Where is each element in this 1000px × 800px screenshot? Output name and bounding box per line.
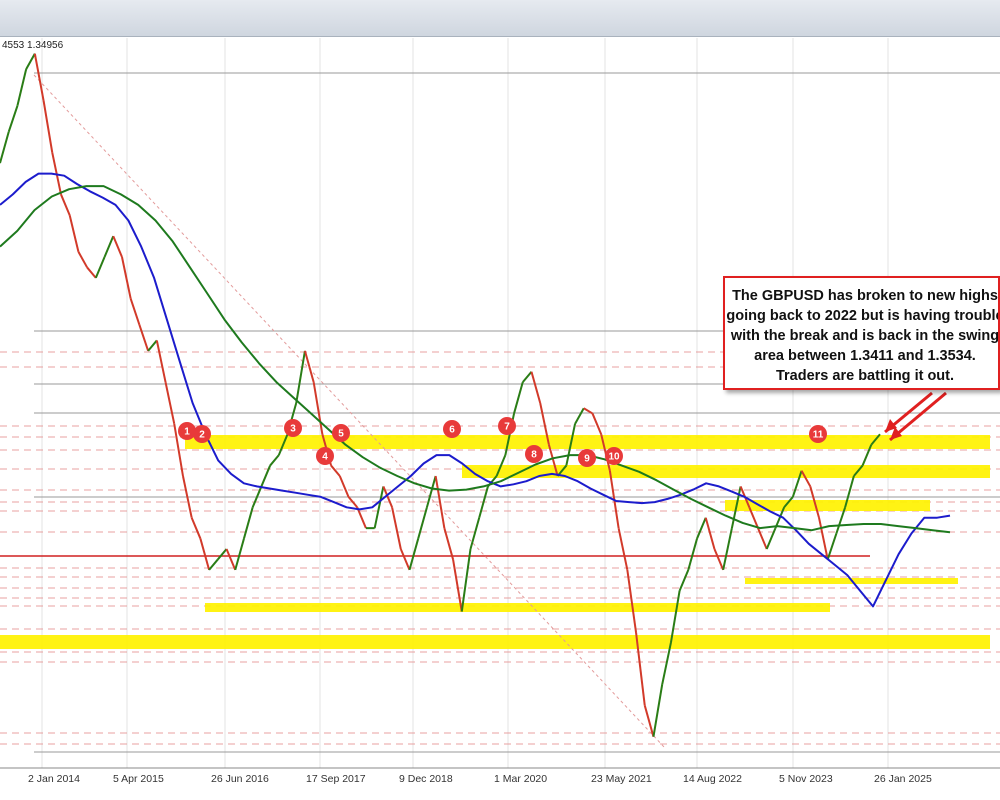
price-segment [373,486,385,529]
price-segment [0,131,10,164]
x-tick-label: 1 Mar 2020 [494,773,547,785]
price-segment [190,517,202,539]
price-segment [269,454,280,467]
marker-label: 11 [813,430,824,441]
price-segment [16,69,28,107]
zone-band [725,500,930,511]
price-segment [147,339,158,352]
marker-label: 8 [531,450,537,461]
price-segment [60,194,71,216]
price-segment [103,235,115,258]
price-segment [713,548,725,571]
price-segment [460,548,472,612]
price-segment [696,517,707,539]
gbpusd-chart: 1 2 3 4 5 6 7 8 9 10 11 2 Jan 2014 5 Apr 2015 26 Jun… [0,38,1000,785]
marker-label: 2 [199,430,205,441]
price-segment [138,324,150,352]
x-tick-label: 23 May 2021 [591,773,652,785]
price-segment [591,413,603,435]
price-segment [7,105,19,133]
x-tick-label: 26 Jan 2025 [874,773,932,785]
x-tick-label: 26 Jun 2016 [211,773,269,785]
price-segment [68,215,80,253]
price-segment [425,475,437,508]
price-segment [234,538,245,571]
annotation-callout: The GBPUSD has broken to new highs going… [723,276,1000,390]
price-segment [626,569,638,633]
zone-band [0,635,990,649]
zone-band [205,603,830,612]
price-segment [722,527,733,571]
yellow-zones [0,435,990,649]
price-segment [513,381,524,414]
price-segment [574,407,585,425]
price-segment [522,371,533,383]
x-tick-label: 5 Nov 2023 [779,773,833,785]
marker-label: 1 [184,427,190,438]
price-segment [530,371,542,404]
price-segment [330,464,341,477]
price-segment [199,538,211,571]
price-segment [242,507,254,539]
price-segment [652,684,664,737]
price-segment [121,256,132,299]
marker-label: 5 [338,429,344,440]
x-tick-label: 9 Dec 2018 [399,773,453,785]
moving-averages [0,172,951,608]
price-segment [757,527,768,550]
price-segment [687,538,698,571]
price-segment [399,548,411,571]
annotation-arrows [884,391,947,442]
marker-label: 10 [608,452,620,463]
price-segment [86,266,97,279]
price-segment [408,538,420,571]
price-segment [25,53,36,70]
price-segment [469,517,481,550]
price-segment [391,507,402,550]
annotation-line: Traders are battling it out. [775,368,955,384]
price-info-readout: 4553 1.34956 [2,40,64,51]
price-segment [338,475,350,498]
price-segment [443,527,455,560]
annotation-line: The GBPUSD has broken to new highs [732,288,998,304]
price-segment [155,340,167,383]
annotation-line: area between 1.3411 and 1.3534. [754,348,976,364]
x-axis: 2 Jan 2014 5 Apr 2015 26 Jun 2016 17 Sep 20… [0,767,1000,785]
price-segment [164,381,176,425]
marker-label: 3 [290,424,296,435]
price-segment [295,350,306,404]
marker-label: 7 [504,422,510,433]
marker-label: 4 [322,452,328,463]
x-tick-label: 5 Apr 2015 [113,773,164,785]
x-tick-label: 14 Aug 2022 [683,773,742,785]
x-tick-label: 17 Sep 2017 [306,773,366,785]
price-segment [704,517,716,550]
price-segment [129,298,141,326]
x-tick-label: 2 Jan 2014 [28,773,80,785]
marker-label: 6 [449,425,455,436]
annotation-line: with the break and is back in the swing [730,328,1000,344]
level-lines [0,72,1000,753]
price-segment [42,100,54,153]
price-segment [617,527,629,571]
price-segment [643,705,655,737]
price-segment [661,642,672,685]
price-segment [417,507,428,539]
price-segment [356,506,367,529]
ma-blue-line [0,172,951,608]
price-segment [94,256,106,279]
price-segment [112,235,123,258]
price-segment [225,548,237,571]
price-series [0,53,881,737]
price-segment [765,527,777,550]
annotation-line: going back to 2022 but is having trouble [726,308,1000,324]
marker-label: 9 [584,454,590,465]
price-segment [77,251,89,268]
zone-band [185,435,990,449]
